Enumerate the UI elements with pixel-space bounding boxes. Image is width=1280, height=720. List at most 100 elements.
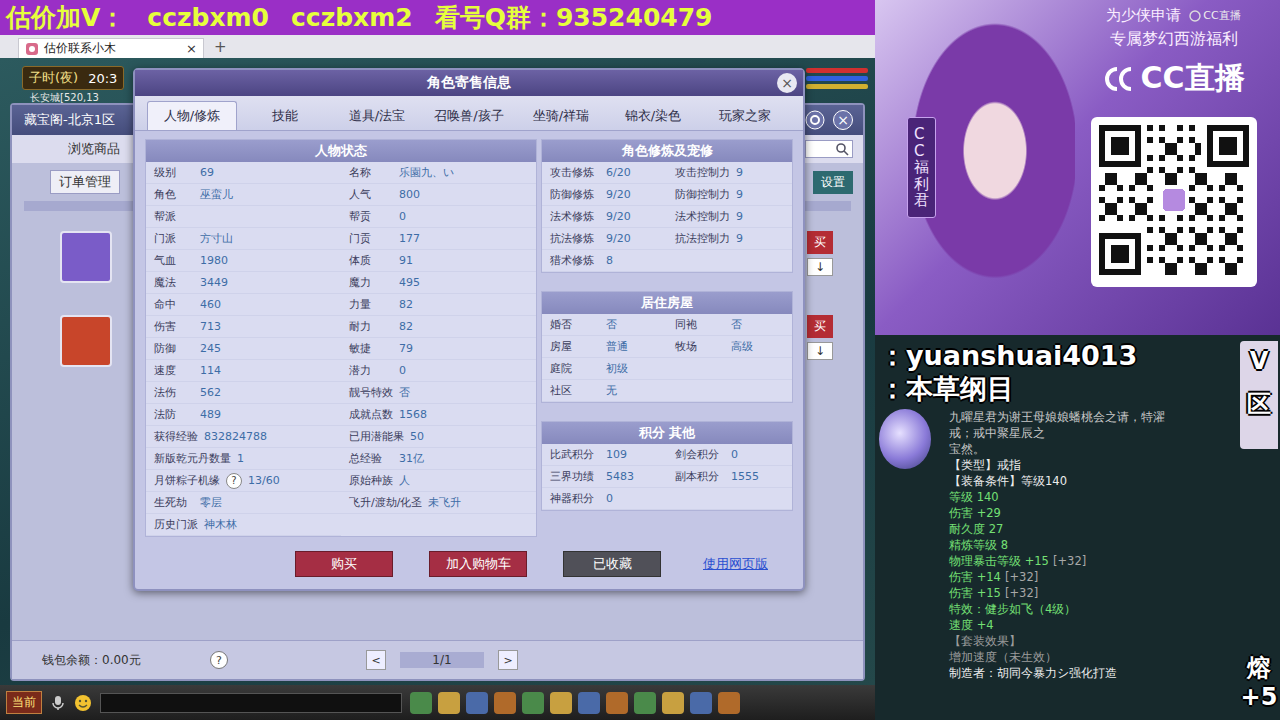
edge-text: 熔 [1247, 654, 1271, 683]
stat-value: 800 [399, 188, 420, 201]
qr-code-icon [1099, 125, 1249, 275]
prev-page-button[interactable]: < [366, 650, 386, 670]
toolbar-icon[interactable] [438, 692, 460, 714]
panel-header: 角色修炼及宠修 [542, 140, 792, 162]
tooltip-line: 伤害 +15[+32] [949, 585, 1165, 601]
orders-button[interactable]: 订单管理 [50, 170, 120, 194]
chat-input[interactable] [100, 693, 402, 713]
dialog-tabs: 人物/修炼技能道具/法宝召唤兽/孩子坐骑/祥瑞锦衣/染色玩家之家 [135, 96, 803, 131]
stat-label: 原始种族 [349, 473, 393, 488]
stat-value: 31亿 [399, 451, 424, 466]
stat-label: 成就点数 [349, 407, 393, 422]
info-label: 猎术修炼 [550, 253, 600, 268]
info-value: 无 [606, 383, 617, 398]
more-button[interactable]: ↓ [807, 342, 833, 360]
stat-value: 方寸山 [200, 231, 233, 246]
dialog-tab[interactable]: 人物/修炼 [147, 101, 237, 130]
toolbar-icon[interactable] [690, 692, 712, 714]
stat-label: 历史门派 [154, 517, 198, 532]
info-value: 9 [736, 232, 743, 245]
toolbar-icon[interactable] [578, 692, 600, 714]
info-label: 牧场 [675, 339, 725, 354]
dialog-tab[interactable]: 道具/法宝 [333, 102, 421, 130]
dialog-close-button[interactable]: × [777, 73, 797, 93]
edge-card: V区熔+5 [1238, 335, 1280, 720]
stat-row: 级别69 [146, 162, 341, 184]
search-field[interactable] [805, 140, 853, 158]
tooltip-line: 【套装效果】 [949, 633, 1165, 649]
toolbar-icon[interactable] [494, 692, 516, 714]
stat-label: 帮贡 [349, 209, 393, 224]
market-title: 藏宝阁-北京1区 [24, 111, 115, 129]
dialog-tab[interactable]: 玩家之家 [701, 102, 789, 130]
info-label: 庭院 [550, 361, 600, 376]
stat-row: 命中460 [146, 294, 341, 316]
stat-value: 460 [200, 298, 221, 311]
banner-text: 估价加V： [6, 5, 125, 30]
tab-close-button[interactable]: × [186, 41, 197, 56]
info-section: 居住房屋婚否否同袍否房屋普通牧场高级庭院初级社区无 [541, 291, 793, 403]
market-close-button[interactable]: × [833, 110, 853, 130]
buy-button[interactable]: 买 [807, 315, 833, 338]
buy-button[interactable]: 买 [807, 231, 833, 254]
dialog-tab[interactable]: 召唤兽/孩子 [425, 102, 513, 130]
dialog-tab[interactable]: 锦衣/染色 [609, 102, 697, 130]
help-badge[interactable]: ? [226, 473, 242, 489]
more-button[interactable]: ↓ [807, 258, 833, 276]
toolbar-icon[interactable] [718, 692, 740, 714]
info-section: 积分 其他比武积分109剑会积分0三界功绩5483副本积分1555神器积分0 [541, 421, 793, 511]
tooltip-description: 戒；戒中聚星辰之 [949, 425, 1165, 441]
game-clock: 20:3 [88, 71, 117, 86]
dialog-title-bar: 角色寄售信息× [135, 70, 803, 96]
help-button[interactable]: ? [210, 651, 228, 669]
channel-button[interactable]: 当前 [6, 691, 42, 714]
banner: 估价加V：cczbxm0cczbxm2看号Q群：935240479 [0, 0, 875, 35]
stat-value: 人 [399, 473, 410, 488]
banner-text: 看号Q群：935240479 [435, 5, 713, 30]
tooltip-line: 【类型】戒指 [949, 457, 1165, 473]
dialog-button[interactable]: 已收藏 [563, 551, 661, 577]
gear-icon[interactable] [805, 110, 825, 130]
panel-header: 人物状态 [146, 140, 536, 162]
toolbar-icon[interactable] [606, 692, 628, 714]
stat-value: 13/60 [248, 474, 280, 487]
toolbar-icon[interactable] [662, 692, 684, 714]
dialog-button[interactable]: 购买 [295, 551, 393, 577]
info-label: 法术修炼 [550, 209, 600, 224]
stat-row: 法伤562 [146, 382, 341, 404]
mic-icon[interactable] [50, 695, 66, 711]
settings-button[interactable]: 设置 [813, 171, 853, 194]
stat-row: 原始种族人 [341, 470, 536, 492]
toolbar-icon[interactable] [634, 692, 656, 714]
dialog-button[interactable]: 加入购物车 [429, 551, 527, 577]
info-value: 高级 [731, 339, 753, 354]
next-page-button[interactable]: > [498, 650, 518, 670]
stat-row: 力量82 [341, 294, 536, 316]
browser-tab[interactable]: 估价联系小木× [18, 38, 204, 58]
stat-label: 耐力 [349, 319, 393, 334]
stat-value: 69 [200, 166, 214, 179]
toolbar-icon[interactable] [410, 692, 432, 714]
stat-value: 1980 [200, 254, 228, 267]
stat-value: 177 [399, 232, 420, 245]
stat-row: 耐力 82 [341, 316, 536, 338]
toolbar-icon[interactable] [466, 692, 488, 714]
avatar-icon [60, 231, 112, 283]
dialog-tab[interactable]: 坐骑/祥瑞 [517, 102, 605, 130]
tooltip-line: 速度 +4 [949, 617, 1165, 633]
browse-tab[interactable]: 浏览商品 [68, 140, 120, 158]
dialog-tab[interactable]: 技能 [241, 102, 329, 130]
toolbar-icon[interactable] [550, 692, 572, 714]
stat-label: 生死劫 [154, 495, 194, 510]
dialog-button[interactable]: 使用网页版 [703, 555, 768, 573]
stat-value: 82 [399, 320, 413, 333]
emoji-icon[interactable] [74, 694, 92, 712]
toolbar-icon[interactable] [522, 692, 544, 714]
new-tab-button[interactable]: + [210, 38, 231, 58]
stat-label: 力量 [349, 297, 393, 312]
search-icon[interactable] [835, 142, 849, 156]
qr-code[interactable] [1091, 117, 1257, 287]
info-label: 三界功绩 [550, 469, 600, 484]
stat-value: 114 [200, 364, 221, 377]
stat-row: 靓号特效否 [341, 382, 536, 404]
